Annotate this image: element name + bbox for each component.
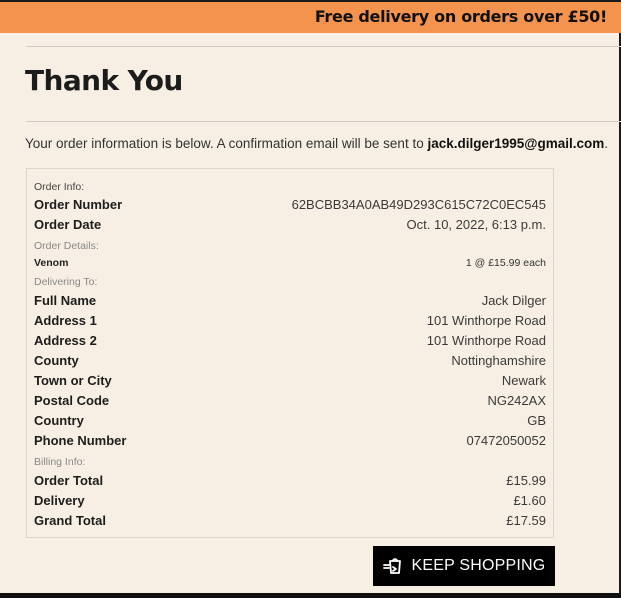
order-date-label: Order Date (34, 217, 102, 232)
address-2-label: Address 2 (34, 333, 97, 348)
order-total-value: £15.99 (506, 473, 546, 488)
order-total-label: Order Total (34, 473, 104, 488)
order-info-heading: Order Info: (34, 181, 85, 193)
promo-banner-text: Free delivery on orders over £50! (314, 7, 607, 26)
address-2-value: 101 Winthorpe Road (426, 333, 546, 348)
order-summary-card: Order Info: Order Number 62BCBB34A0AB49D… (26, 168, 554, 538)
order-date-row: Order Date Oct. 10, 2022, 6:13 p.m. (34, 215, 546, 235)
confirmation-text: Your order information is below. A confi… (25, 136, 428, 151)
order-date-value: Oct. 10, 2022, 6:13 p.m. (406, 217, 546, 232)
title-divider (26, 121, 621, 122)
address-1-label: Address 1 (34, 313, 97, 328)
page-title: Thank You (25, 64, 183, 97)
keep-shopping-label: KEEP SHOPPING (411, 557, 546, 574)
page-bottom-edge (0, 593, 621, 598)
full-name-row: Full Name Jack Dilger (34, 291, 546, 311)
order-number-row: Order Number 62BCBB34A0AB49D293C615C72C0… (34, 195, 546, 215)
town-row: Town or City Newark (34, 371, 546, 391)
confirmation-text-end: . (604, 136, 608, 151)
billing-info-heading: Billing Info: (34, 456, 86, 468)
delivery-cost-value: £1.60 (513, 493, 546, 508)
postal-code-row: Postal Code NG242AX (34, 391, 546, 411)
town-value: Newark (501, 373, 546, 388)
postal-code-value: NG242AX (487, 393, 546, 408)
address-1-value: 101 Winthorpe Road (426, 313, 546, 328)
keep-shopping-button[interactable]: KEEP SHOPPING (373, 546, 555, 586)
order-number-value: 62BCBB34A0AB49D293C615C72C0EC545 (291, 197, 546, 212)
phone-value: 07472050052 (466, 433, 546, 448)
confirmation-message: Your order information is below. A confi… (25, 136, 608, 151)
full-name-label: Full Name (34, 293, 97, 308)
delivering-to-heading: Delivering To: (34, 276, 98, 288)
order-item-row: Venom 1 @ £15.99 each (34, 253, 546, 273)
county-row: County Nottinghamshire (34, 351, 546, 371)
grand-total-row: Grand Total £17.59 (34, 511, 546, 531)
order-item-detail: 1 @ £15.99 each (465, 257, 546, 269)
grand-total-value: £17.59 (506, 513, 546, 528)
promo-banner: Free delivery on orders over £50! (0, 0, 621, 33)
order-details-heading: Order Details: (34, 240, 99, 252)
order-total-row: Order Total £15.99 (34, 471, 546, 491)
delivery-cost-row: Delivery £1.60 (34, 491, 546, 511)
shopping-bag-arrow-icon (382, 557, 403, 575)
delivery-cost-label: Delivery (34, 493, 85, 508)
top-divider (26, 46, 621, 47)
phone-label: Phone Number (34, 433, 127, 448)
address-2-row: Address 2 101 Winthorpe Road (34, 331, 546, 351)
country-value: GB (527, 413, 546, 428)
town-label: Town or City (34, 373, 112, 388)
full-name-value: Jack Dilger (481, 293, 546, 308)
postal-code-label: Postal Code (34, 393, 110, 408)
county-label: County (34, 353, 79, 368)
order-item-name: Venom (34, 257, 69, 269)
county-value: Nottinghamshire (451, 353, 546, 368)
phone-row: Phone Number 07472050052 (34, 431, 546, 451)
grand-total-label: Grand Total (34, 513, 106, 528)
address-1-row: Address 1 101 Winthorpe Road (34, 311, 546, 331)
customer-email: jack.dilger1995@gmail.com (427, 136, 605, 151)
order-number-label: Order Number (34, 197, 123, 212)
country-row: Country GB (34, 411, 546, 431)
country-label: Country (34, 413, 84, 428)
